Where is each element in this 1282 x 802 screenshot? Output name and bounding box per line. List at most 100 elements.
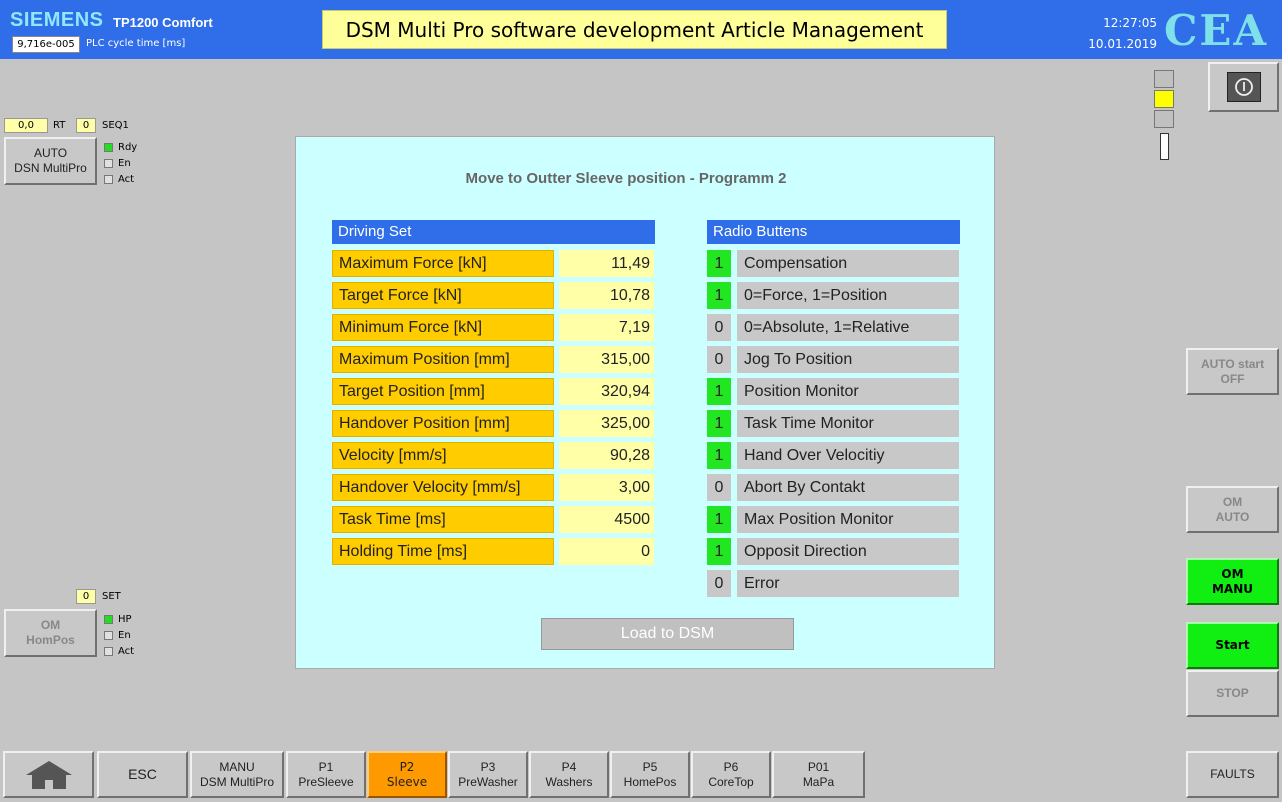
om-button-line2: HomPos bbox=[26, 633, 75, 647]
hp-led-icon bbox=[104, 614, 113, 624]
radio-label: 0=Absolute, 1=Relative bbox=[737, 314, 959, 341]
radio-flag[interactable]: 0 bbox=[707, 570, 731, 597]
nav-p1-button[interactable]: P1 PreSleeve bbox=[286, 751, 366, 798]
siemens-logo: SIEMENS bbox=[10, 9, 104, 31]
radio-label: Abort By Contakt bbox=[737, 474, 959, 501]
nav-line2: PreWasher bbox=[458, 774, 518, 789]
nav-manu-button[interactable]: MANU DSM MultiPro bbox=[190, 751, 284, 798]
radio-row: 0 0=Absolute, 1=Relative bbox=[707, 314, 959, 341]
button-label: Start bbox=[1215, 638, 1250, 652]
button-line1: AUTO start bbox=[1200, 356, 1265, 371]
om-manu-button[interactable]: OM MANU bbox=[1186, 558, 1279, 605]
button-line1: OM bbox=[1222, 494, 1243, 509]
param-value-input[interactable]: 4500 bbox=[559, 506, 654, 533]
radio-flag[interactable]: 0 bbox=[707, 346, 731, 373]
param-value-input[interactable]: 320,94 bbox=[559, 378, 654, 405]
rdy-led-icon bbox=[104, 142, 113, 152]
om-auto-button[interactable]: OM AUTO bbox=[1186, 486, 1279, 533]
param-value-input[interactable]: 3,00 bbox=[559, 474, 654, 501]
auto-start-off-button[interactable]: AUTO start OFF bbox=[1186, 348, 1279, 395]
radio-flag[interactable]: 1 bbox=[707, 282, 731, 309]
nav-p4-button[interactable]: P4 Washers bbox=[529, 751, 609, 798]
auto-dsn-multipro-button[interactable]: AUTO DSN MultiPro bbox=[4, 137, 97, 185]
lamp-yellow-icon bbox=[1154, 90, 1174, 108]
nav-p5-button[interactable]: P5 HomePos bbox=[610, 751, 690, 798]
param-row: Velocity [mm/s] 90,28 bbox=[332, 442, 654, 469]
nav-line2: Sleeve bbox=[386, 774, 428, 789]
status-label: En bbox=[118, 629, 131, 641]
om-hompos-button[interactable]: OM HomPos bbox=[4, 609, 97, 657]
clock-time: 12:27:05 bbox=[1103, 16, 1157, 30]
radio-row: 1 Hand Over Velocitiy bbox=[707, 442, 959, 469]
radio-flag[interactable]: 0 bbox=[707, 474, 731, 501]
param-label: Maximum Force [kN] bbox=[332, 250, 554, 277]
radio-label: Compensation bbox=[737, 250, 959, 277]
nav-p01-button[interactable]: P01 MaPa bbox=[772, 751, 865, 798]
nav-line1: P01 bbox=[807, 759, 830, 774]
radio-label: Hand Over Velocitiy bbox=[737, 442, 959, 469]
nav-esc-button[interactable]: ESC bbox=[97, 751, 188, 798]
param-label: Maximum Position [mm] bbox=[332, 346, 554, 373]
power-icon bbox=[1226, 72, 1261, 102]
radio-row: 1 Opposit Direction bbox=[707, 538, 959, 565]
radio-flag[interactable]: 1 bbox=[707, 378, 731, 405]
param-value-input[interactable]: 10,78 bbox=[559, 282, 654, 309]
param-value-input[interactable]: 11,49 bbox=[559, 250, 654, 277]
rt-label: RT bbox=[53, 120, 66, 131]
radio-list: 1 Compensation 1 0=Force, 1=Position 0 0=Ab… bbox=[707, 250, 959, 602]
radio-flag[interactable]: 1 bbox=[707, 410, 731, 437]
nav-p3-button[interactable]: P3 PreWasher bbox=[448, 751, 528, 798]
status-label: En bbox=[118, 157, 131, 169]
param-label: Target Position [mm] bbox=[332, 378, 554, 405]
button-label: FAULTS bbox=[1210, 767, 1255, 781]
param-row: Target Position [mm] 320,94 bbox=[332, 378, 654, 405]
om-button-line1: OM bbox=[40, 618, 61, 632]
param-row: Minimum Force [kN] 7,19 bbox=[332, 314, 654, 341]
nav-p2-button[interactable]: P2 Sleeve bbox=[367, 751, 447, 798]
load-to-dsm-button[interactable]: Load to DSM bbox=[541, 618, 794, 650]
nav-line1: P1 bbox=[318, 759, 334, 774]
nav-line2: PreSleeve bbox=[298, 774, 354, 789]
lamp-column-base-icon bbox=[1160, 133, 1169, 160]
param-label: Target Force [kN] bbox=[332, 282, 554, 309]
seq-label: SEQ1 bbox=[102, 120, 129, 131]
status-en: En bbox=[104, 155, 137, 171]
radio-flag[interactable]: 1 bbox=[707, 538, 731, 565]
radio-row: 1 Position Monitor bbox=[707, 378, 959, 405]
nav-p6-button[interactable]: P6 CoreTop bbox=[691, 751, 771, 798]
start-button[interactable]: Start bbox=[1186, 622, 1279, 669]
button-line2: AUTO bbox=[1215, 509, 1250, 524]
driving-set-header: Driving Set bbox=[332, 220, 655, 244]
radio-flag[interactable]: 1 bbox=[707, 506, 731, 533]
radio-flag[interactable]: 1 bbox=[707, 250, 731, 277]
param-value-input[interactable]: 315,00 bbox=[559, 346, 654, 373]
status-act: Act bbox=[104, 643, 134, 659]
radio-buttons-header: Radio Buttens bbox=[707, 220, 960, 244]
power-button[interactable] bbox=[1208, 62, 1279, 112]
radio-flag[interactable]: 1 bbox=[707, 442, 731, 469]
act-led-icon bbox=[104, 646, 113, 656]
button-label: STOP bbox=[1216, 686, 1249, 700]
auto-button-line2: DSN MultiPro bbox=[14, 161, 87, 175]
radio-row: 1 Max Position Monitor bbox=[707, 506, 959, 533]
param-value-input[interactable]: 7,19 bbox=[559, 314, 654, 341]
nav-line1: P6 bbox=[723, 759, 739, 774]
nav-line1: P2 bbox=[399, 759, 415, 774]
nav-line1: MANU bbox=[219, 759, 255, 774]
radio-row: 1 Task Time Monitor bbox=[707, 410, 959, 437]
stop-button[interactable]: STOP bbox=[1186, 670, 1279, 717]
faults-button[interactable]: FAULTS bbox=[1186, 751, 1279, 798]
home-button[interactable] bbox=[3, 751, 94, 798]
param-value-input[interactable]: 0 bbox=[559, 538, 654, 565]
param-label: Handover Position [mm] bbox=[332, 410, 554, 437]
radio-label: Task Time Monitor bbox=[737, 410, 959, 437]
button-line2: OFF bbox=[1220, 371, 1245, 386]
radio-flag[interactable]: 0 bbox=[707, 314, 731, 341]
radio-row: 1 Compensation bbox=[707, 250, 959, 277]
param-value-input[interactable]: 325,00 bbox=[559, 410, 654, 437]
radio-row: 1 0=Force, 1=Position bbox=[707, 282, 959, 309]
status-label: HP bbox=[118, 613, 132, 625]
clock-date: 10.01.2019 bbox=[1088, 37, 1157, 51]
radio-label: Jog To Position bbox=[737, 346, 959, 373]
param-value-input[interactable]: 90,28 bbox=[559, 442, 654, 469]
